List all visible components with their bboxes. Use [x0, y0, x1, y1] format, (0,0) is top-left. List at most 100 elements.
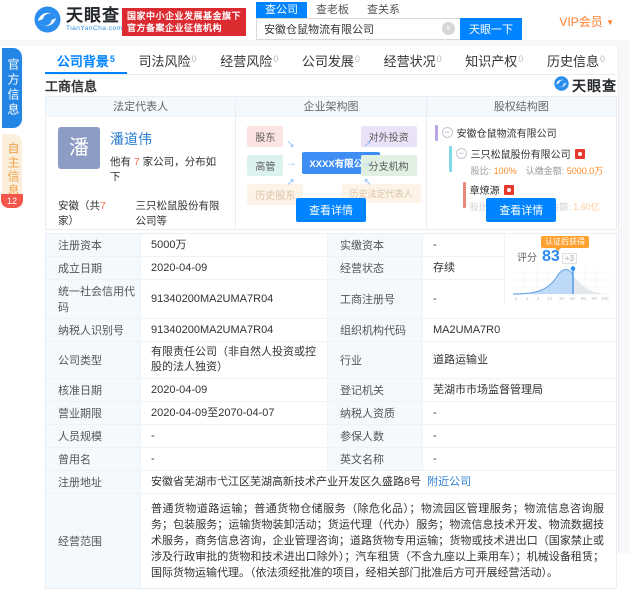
field-value: -	[423, 425, 616, 447]
legal-rep-card: 法定代表人 潘 潘道伟 他有 7 家公司，分布如下 安徽（共7家） 三只松鼠股份…	[46, 97, 236, 229]
field-label: 登记机关	[328, 379, 423, 401]
search-button[interactable]: 天眼一下	[460, 18, 522, 40]
org-node-shareholders[interactable]: 股东	[247, 126, 283, 147]
tianyancha-watermark: 天眼查	[554, 76, 617, 96]
vip-member-menu[interactable]: VIP会员 ▼	[559, 13, 614, 30]
arrow-icon: ↗	[363, 139, 371, 150]
logo-subtitle: TianYanCha.com	[66, 25, 123, 32]
score-label: 评分	[517, 249, 537, 264]
table-row-business-scope: 经营范围 普通货物道路运输；普通货物仓储服务（除危化品）；物流园区管理服务；物流…	[46, 494, 616, 588]
field-label: 纳税人资质	[328, 402, 423, 424]
score-widget: 认证后获得 评分 83 +3 0 1 5	[504, 234, 616, 304]
node-color-bar	[435, 125, 438, 141]
arrow-icon: ↖	[363, 177, 371, 188]
field-value: -	[423, 448, 616, 470]
tianyancha-logo-icon	[34, 6, 61, 33]
field-label: 实缴资本	[328, 234, 423, 256]
tab-operating-risk[interactable]: 经营风险0	[208, 46, 290, 74]
collapse-icon[interactable]: −	[442, 127, 453, 138]
search-tab-boss[interactable]: 查老板	[307, 2, 358, 18]
tab-operating-status[interactable]: 经营状况0	[372, 46, 454, 74]
legal-rep-name-link[interactable]: 潘道伟	[110, 129, 225, 149]
table-row: 曾用名 - 英文名称 -	[46, 448, 616, 471]
legal-rep-region: 安徽（共7家）	[58, 198, 112, 228]
field-label: 工商注册号	[328, 280, 423, 318]
search-tab-company[interactable]: 查公司	[256, 2, 307, 18]
table-row: 人员规模 - 参保人数 -	[46, 425, 616, 448]
svg-text:100: 100	[601, 296, 609, 301]
field-value: 2020-04-09	[141, 257, 328, 279]
svg-text:5: 5	[537, 296, 540, 301]
field-label: 人员规模	[46, 425, 141, 447]
field-label: 组织机构代码	[328, 319, 423, 341]
tab-judicial-risk[interactable]: 司法风险0	[127, 46, 209, 74]
nearby-companies-link[interactable]: 附近公司	[427, 475, 471, 490]
avatar[interactable]: 潘	[58, 127, 100, 169]
table-row: 核准日期 2020-04-09 登记机关 芜湖市市场监督管理局	[46, 379, 616, 402]
table-row: 营业期限 2020-04-09至2070-04-07 纳税人资质 -	[46, 402, 616, 425]
main-content: 公司背景5 司法风险0 经营风险0 公司发展0 经营状况0 知识产权0 历史信息…	[45, 46, 617, 589]
search-area: 查公司 查老板 查关系 × 天眼一下	[256, 2, 522, 40]
tab-company-development[interactable]: 公司发展0	[290, 46, 372, 74]
field-value: -	[141, 425, 328, 447]
org-chart-card: 企业架构图 股东 高管 历史股东 XXXX有限公司 对外投资 分支机构 历史法定…	[236, 97, 426, 229]
right-gutter	[618, 46, 630, 554]
node-color-bar	[463, 182, 466, 208]
gov-certification-badge: 国家中小企业发展基金旗下 官方备案企业征信机构	[122, 8, 246, 36]
arrow-icon: →	[286, 158, 296, 169]
field-value: 道路运输业	[423, 342, 616, 378]
field-value: 2020-04-09至2070-04-07	[141, 402, 328, 424]
score-delta: +3	[562, 253, 577, 264]
tianyancha-logo[interactable]: 天眼查 TianYanCha.com	[34, 6, 123, 33]
business-info-table: 认证后获得 评分 83 +3 0 1 5	[45, 233, 617, 589]
svg-text:40: 40	[559, 296, 565, 301]
equity-node-stats: 股比: 100% 认缴金额: 5000.0万	[471, 164, 604, 177]
field-value: MA2UMA7R0	[423, 319, 616, 341]
search-input[interactable]	[256, 18, 460, 40]
svg-text:10: 10	[547, 296, 553, 301]
org-chart-header: 企业架构图	[236, 97, 425, 117]
score-distribution-chart: 0 1 5 10 40 60 80 90 100	[513, 266, 609, 302]
collapse-icon[interactable]: −	[456, 148, 467, 159]
field-label: 参保人数	[328, 425, 423, 447]
field-label: 经营范围	[46, 494, 141, 588]
field-label: 纳税人识别号	[46, 319, 141, 341]
org-node-history-shareholders[interactable]: 历史股东	[247, 184, 303, 205]
legal-rep-companies[interactable]: 三只松鼠股份有限公司等	[136, 198, 226, 228]
clear-icon[interactable]: ×	[442, 22, 455, 35]
tab-intellectual-property[interactable]: 知识产权0	[453, 46, 535, 74]
org-node-executives[interactable]: 高管	[247, 155, 283, 176]
field-value: 普通货物道路运输；普通货物仓储服务（除危化品）；物流园区管理服务；物流信息咨询服…	[141, 494, 616, 588]
equity-chart-header: 股权结构图	[427, 97, 616, 117]
field-label: 成立日期	[46, 257, 141, 279]
svg-text:80: 80	[581, 296, 587, 301]
company-logo-icon	[504, 185, 514, 195]
svg-text:90: 90	[592, 296, 598, 301]
equity-chart-detail-button[interactable]: 查看详情	[486, 198, 556, 222]
field-label: 经营状态	[328, 257, 423, 279]
svg-text:0: 0	[515, 296, 518, 301]
overview-cards: 法定代表人 潘 潘道伟 他有 7 家公司，分布如下 安徽（共7家） 三只松鼠股份…	[45, 96, 617, 230]
tianyancha-logo-icon	[554, 76, 569, 96]
field-label: 注册地址	[46, 471, 141, 493]
field-value: 有限责任公司（非自然人投资或控股的法人独资）	[141, 342, 328, 378]
equity-chart-card: 股权结构图 − 安徽仓鼠物流有限公司 − 三只松鼠股份有限公司 股比: 100%…	[427, 97, 616, 229]
table-row: 纳税人识别号 91340200MA2UMA7R04 组织机构代码 MA2UMA7…	[46, 319, 616, 342]
field-label: 注册资本	[46, 234, 141, 256]
caret-down-icon: ▼	[606, 18, 614, 27]
org-chart-detail-button[interactable]: 查看详情	[296, 198, 366, 222]
tab-history-info[interactable]: 历史信息0	[535, 46, 617, 74]
equity-node-root[interactable]: − 安徽仓鼠物流有限公司	[435, 125, 610, 141]
table-row-address: 注册地址 安徽省芜湖市弋江区芜湖高新技术产业开发区久盛路8号 附近公司	[46, 471, 616, 494]
certified-badge: 认证后获得	[541, 236, 589, 248]
field-label: 曾用名	[46, 448, 141, 470]
tab-company-background[interactable]: 公司背景5	[45, 46, 127, 74]
field-value: 安徽省芜湖市弋江区芜湖高新技术产业开发区久盛路8号 附近公司	[141, 471, 616, 493]
equity-node-shareholder[interactable]: − 三只松鼠股份有限公司 股比: 100% 认缴金额: 5000.0万	[449, 146, 610, 177]
field-value: 芜湖市市场监督管理局	[423, 379, 616, 401]
field-value: -	[141, 448, 328, 470]
search-tab-relation[interactable]: 查关系	[358, 2, 409, 18]
ribbon-official-info[interactable]: 官方信息	[2, 48, 22, 128]
svg-text:1: 1	[526, 296, 529, 301]
company-nav-tabs: 公司背景5 司法风险0 经营风险0 公司发展0 经营状况0 知识产权0 历史信息…	[45, 46, 617, 75]
